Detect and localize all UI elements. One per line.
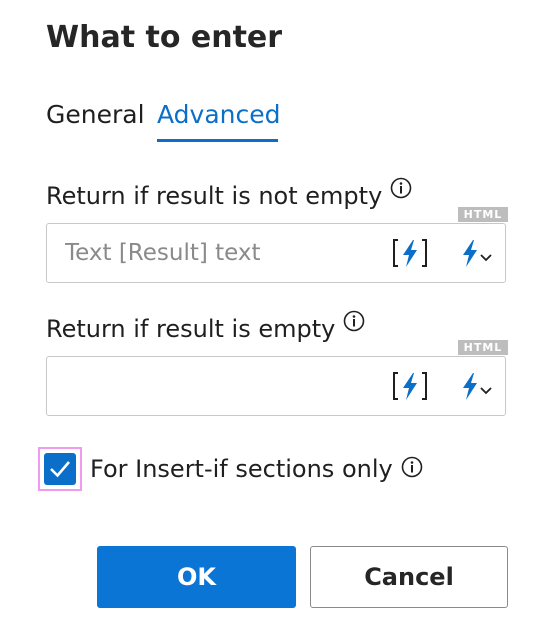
tab-advanced[interactable]: Advanced <box>157 100 281 129</box>
bolt-dropdown-icon[interactable] <box>459 237 495 269</box>
info-icon[interactable] <box>390 177 412 199</box>
insert-if-checkbox[interactable] <box>44 453 76 485</box>
bolt-dropdown-icon[interactable] <box>459 370 495 402</box>
empty-field <box>46 356 506 416</box>
not-empty-label: Return if result is not empty <box>46 182 383 210</box>
empty-label: Return if result is empty <box>46 315 336 343</box>
insert-if-checkbox-focus <box>38 447 82 491</box>
active-tab-indicator <box>157 139 278 142</box>
dialog-title: What to enter <box>46 20 283 55</box>
bolt-bracket-icon[interactable] <box>392 370 428 402</box>
html-badge: HTML <box>458 340 508 355</box>
html-badge: HTML <box>458 207 508 222</box>
info-icon[interactable] <box>343 310 365 332</box>
checkmark-icon <box>50 461 70 478</box>
insert-if-label-row: For Insert-if sections only <box>90 455 423 483</box>
cancel-button[interactable]: Cancel <box>310 546 508 608</box>
empty-input[interactable] <box>65 357 365 414</box>
empty-label-row: Return if result is empty <box>46 310 365 343</box>
tab-general[interactable]: General <box>46 100 145 129</box>
ok-button[interactable]: OK <box>97 546 296 608</box>
insert-if-label[interactable]: For Insert-if sections only <box>90 455 393 483</box>
not-empty-input[interactable] <box>65 224 365 281</box>
not-empty-field <box>46 223 506 283</box>
info-icon[interactable] <box>401 456 423 478</box>
not-empty-label-row: Return if result is not empty <box>46 177 412 210</box>
bolt-bracket-icon[interactable] <box>392 237 428 269</box>
